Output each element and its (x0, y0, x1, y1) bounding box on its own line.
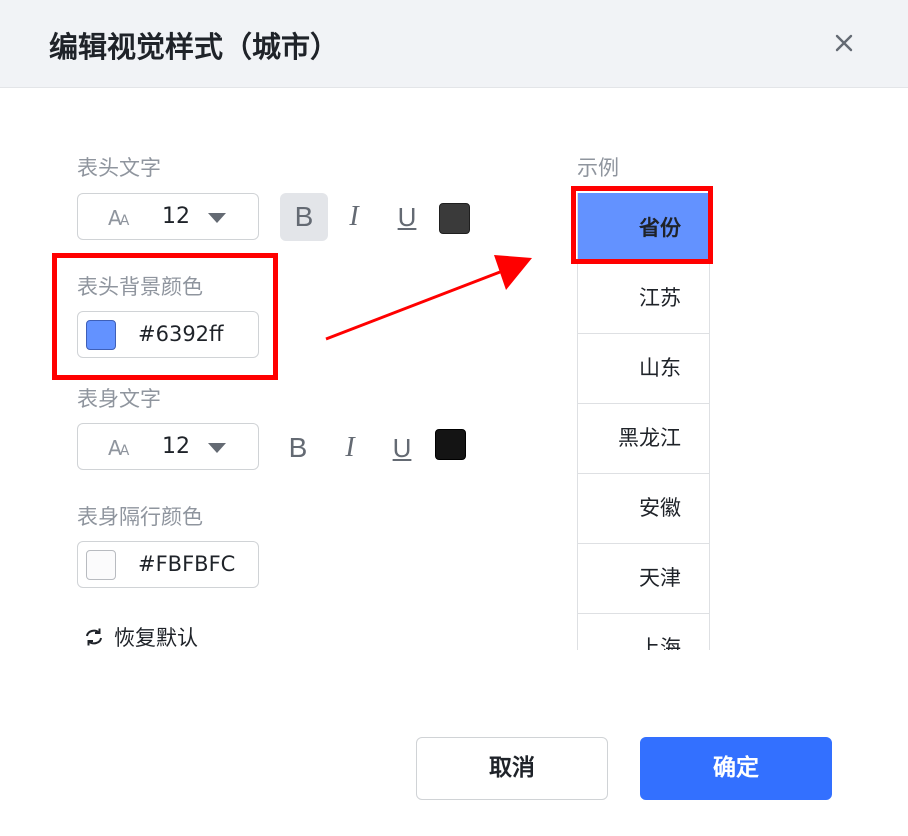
example-label: 示例 (577, 156, 619, 180)
table-row: 江苏 (578, 263, 709, 333)
table-row: 安徽 (578, 473, 709, 543)
body-font-size-select[interactable]: AA 12 (77, 423, 259, 470)
annotation-arrow (325, 255, 532, 341)
header-font-size-value: 12 (162, 204, 190, 229)
dialog-header: 编辑视觉样式（城市） (0, 0, 908, 88)
font-size-icon: AA (108, 206, 129, 230)
body-text-color-swatch[interactable] (435, 429, 466, 460)
restore-default-button[interactable]: 恢复默认 (82, 622, 198, 652)
body-font-size-value: 12 (162, 434, 190, 459)
dialog-title: 编辑视觉样式（城市） (49, 30, 340, 64)
font-size-icon: AA (108, 436, 129, 460)
table-row: 上海 (578, 613, 709, 650)
body-alt-color-chip (86, 550, 116, 580)
close-button[interactable] (828, 27, 860, 59)
header-italic-button[interactable]: I (330, 193, 378, 241)
confirm-button[interactable]: 确定 (640, 737, 832, 800)
body-underline-button[interactable]: U (378, 424, 426, 472)
chevron-down-icon (208, 443, 226, 453)
annotation-highlight-box (571, 186, 713, 264)
annotation-highlight-box (52, 253, 278, 380)
table-row: 天津 (578, 543, 709, 613)
body-text-label: 表身文字 (77, 387, 161, 411)
body-italic-button[interactable]: I (326, 424, 374, 472)
refresh-icon (86, 628, 102, 646)
close-icon (835, 34, 853, 52)
body-alt-row-label: 表身隔行颜色 (77, 505, 203, 529)
header-underline-button[interactable]: U (383, 193, 431, 241)
header-font-size-select[interactable]: AA 12 (77, 193, 259, 240)
header-bold-button[interactable]: B (280, 193, 328, 241)
body-bold-button[interactable]: B (274, 424, 322, 472)
chevron-down-icon (208, 213, 226, 223)
restore-default-label: 恢复默认 (114, 626, 198, 650)
table-row: 黑龙江 (578, 403, 709, 473)
body-alt-color-value: #FBFBFC (138, 552, 236, 576)
table-row: 山东 (578, 333, 709, 403)
header-text-color-swatch[interactable] (439, 203, 470, 234)
body-alt-color-picker[interactable]: #FBFBFC (77, 541, 259, 588)
cancel-button[interactable]: 取消 (416, 737, 608, 800)
header-text-label: 表头文字 (77, 156, 161, 180)
